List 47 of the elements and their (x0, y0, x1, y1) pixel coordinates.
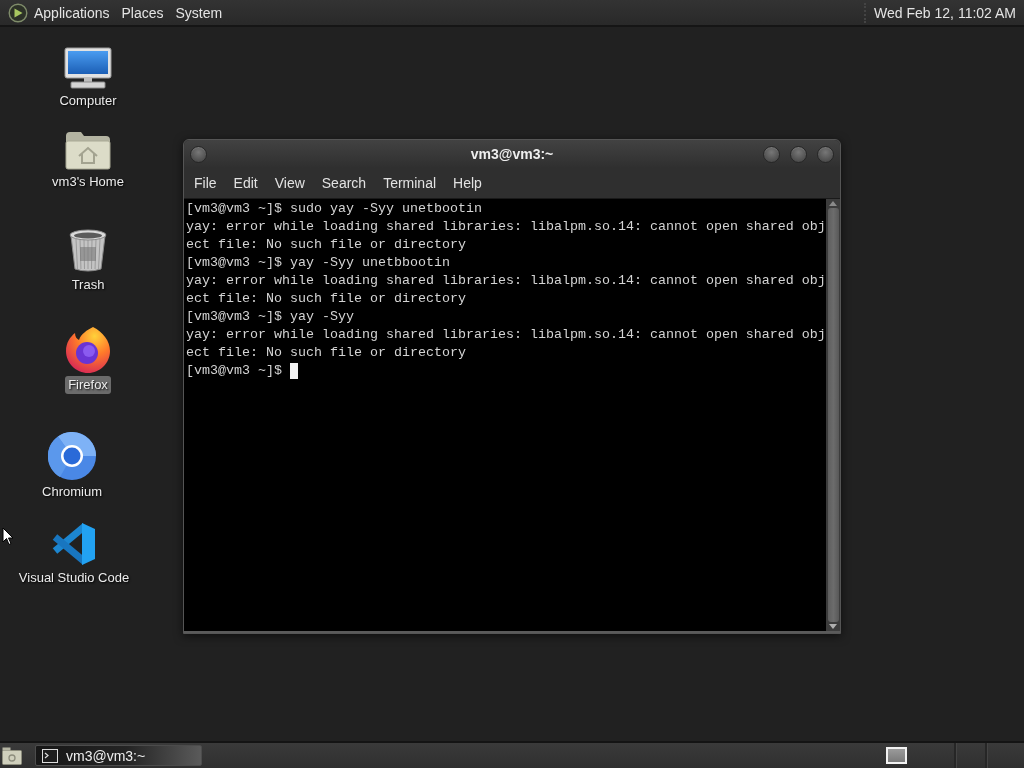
window-menu-button[interactable] (190, 145, 207, 163)
terminal-line: yay: error while loading shared libraries: libalpm.so.14: cannot open shared obj (186, 272, 826, 290)
home-folder-icon (65, 130, 111, 170)
desktop-icon-label[interactable]: vm3's Home (49, 173, 127, 191)
terminal-line: yay: error while loading shared libraries: libalpm.so.14: cannot open shared obj (186, 326, 826, 344)
window-title: vm3@vm3:~ (470, 146, 554, 162)
scroll-up-icon[interactable] (829, 201, 837, 206)
terminal-line: [vm3@vm3 ~]$ yay -Syy (186, 308, 354, 326)
chromium-logo-icon (48, 432, 96, 480)
computer-icon (64, 47, 112, 89)
desktop-icon-label[interactable]: Visual Studio Code (15, 569, 133, 587)
scrollbar[interactable] (826, 199, 840, 631)
panel-menu[interactable]: System (169, 2, 229, 23)
firefox-logo-icon (65, 327, 111, 373)
scrollbar-thumb[interactable] (827, 208, 839, 622)
menu-item[interactable]: Edit (225, 172, 267, 194)
panel-menu[interactable]: Applications (28, 2, 116, 23)
terminal-line: ect file: No such file or directory (186, 344, 466, 362)
taskbar-button[interactable]: vm3@vm3:~ (35, 745, 202, 766)
workspace-switcher[interactable] (886, 747, 907, 764)
desktop-icon-label[interactable]: Chromium (39, 483, 105, 501)
mouse-pointer-icon (2, 527, 14, 546)
show-desktop-icon[interactable] (2, 746, 22, 765)
menu-item[interactable]: View (266, 172, 314, 194)
scroll-down-icon[interactable] (829, 624, 837, 629)
menu-item[interactable]: Search (313, 172, 376, 194)
terminal-line: [vm3@vm3 ~]$ (186, 362, 282, 380)
terminal-line: [vm3@vm3 ~]$ sudo yay -Syy unetbootin (186, 200, 482, 218)
menu-logo-icon[interactable] (8, 2, 28, 23)
minimize-button[interactable] (763, 145, 780, 163)
maximize-button[interactable] (790, 145, 807, 163)
terminal-line: ect file: No such file or directory (186, 290, 466, 308)
clock[interactable]: Wed Feb 12, 11:02 AM (864, 2, 1020, 23)
terminal-line: [vm3@vm3 ~]$ yay -Syy unetbbootin (186, 254, 450, 272)
desktop-icon-label[interactable]: Computer (56, 92, 120, 110)
menu-item[interactable]: File (186, 172, 226, 194)
terminal-line: ect file: No such file or directory (186, 236, 466, 254)
terminal-icon (42, 748, 58, 763)
vscode-logo-icon (52, 522, 96, 566)
menu-item[interactable]: Terminal (375, 172, 446, 194)
desktop-icon-label[interactable]: Trash (68, 276, 108, 294)
close-button[interactable] (817, 145, 834, 163)
panel-menu[interactable]: Places (115, 2, 170, 23)
menu-item[interactable]: Help (445, 172, 491, 194)
desktop-icon-label[interactable]: Firefox (65, 376, 111, 394)
terminal-line: yay: error while loading shared libraries: libalpm.so.14: cannot open shared obj (186, 218, 826, 236)
trash-icon (68, 229, 108, 273)
